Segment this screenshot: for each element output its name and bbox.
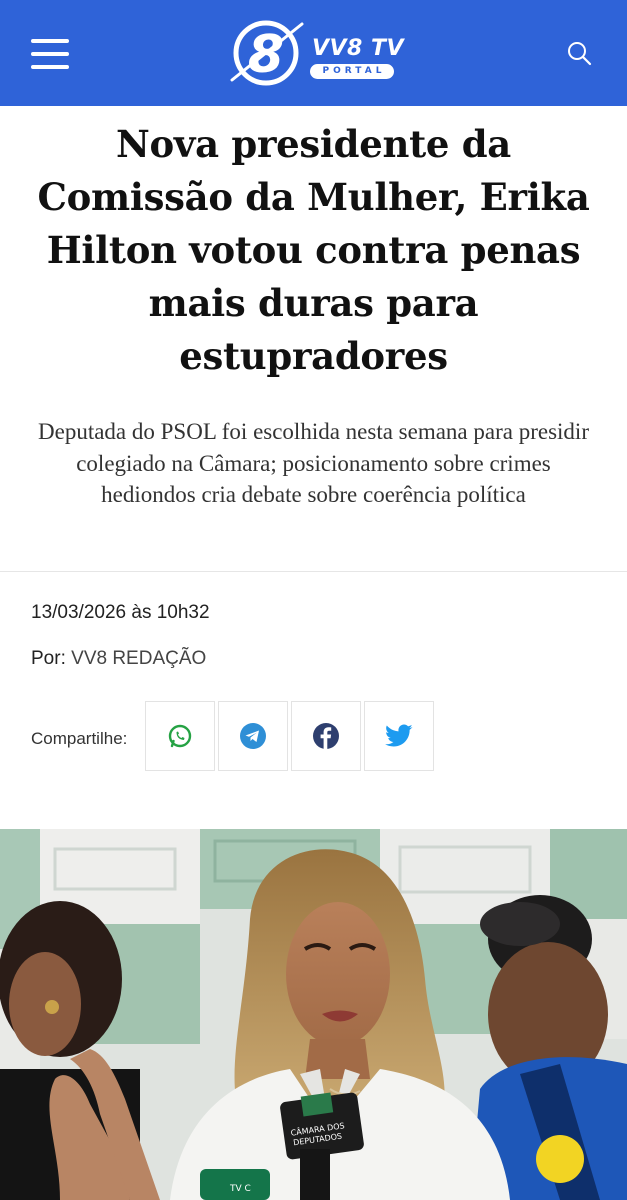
svg-text:8: 8 bbox=[248, 25, 284, 85]
telegram-icon bbox=[240, 723, 266, 749]
logo-subtext: PORTAL bbox=[310, 64, 394, 79]
share-facebook-button[interactable] bbox=[291, 701, 361, 771]
divider bbox=[0, 571, 627, 572]
share-twitter-button[interactable] bbox=[364, 701, 434, 771]
hamburger-menu-icon[interactable] bbox=[31, 39, 69, 69]
article-headline: Nova presidente da Comissão da Mulher, E… bbox=[37, 122, 590, 378]
byline: Por: VV8 REDAÇÃO bbox=[31, 648, 206, 670]
mic-label-3: TV C bbox=[229, 1184, 251, 1194]
share-label: Compartilhe: bbox=[31, 729, 128, 748]
byline-label: Por: bbox=[31, 648, 66, 669]
twitter-icon bbox=[385, 724, 413, 747]
top-bar: 8 VV8 TV PORTAL bbox=[0, 0, 627, 106]
share-telegram-button[interactable] bbox=[218, 701, 288, 771]
whatsapp-icon bbox=[168, 724, 192, 748]
publish-date: 13/03/2026 às 10h32 bbox=[31, 602, 210, 623]
search-icon[interactable] bbox=[564, 38, 594, 68]
facebook-icon bbox=[313, 723, 339, 749]
article-photo[interactable]: CÂMARA DOS DEPUTADOS TV C bbox=[0, 829, 627, 1200]
author-name[interactable]: VV8 REDAÇÃO bbox=[71, 648, 206, 669]
site-logo[interactable]: 8 VV8 TV PORTAL bbox=[228, 14, 404, 92]
article-subtitle: Deputada do PSOL foi escolhida nesta sem… bbox=[38, 419, 589, 507]
logo-text: VV8 TV bbox=[312, 36, 405, 61]
logo-mark: 8 bbox=[230, 20, 304, 86]
share-whatsapp-button[interactable] bbox=[145, 701, 215, 771]
